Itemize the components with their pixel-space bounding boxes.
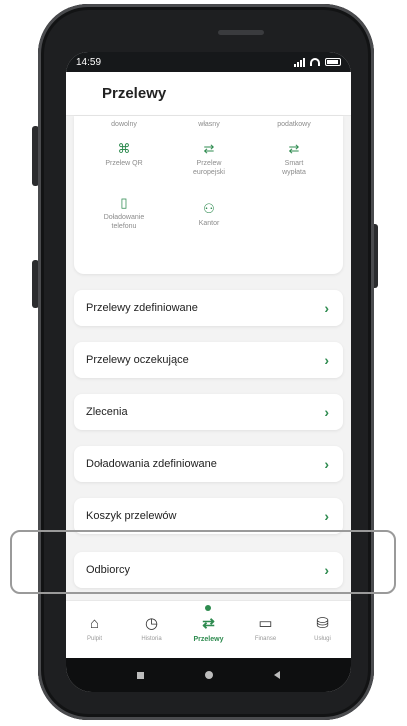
phone-speaker	[218, 30, 264, 35]
menu-item-defined-transfers[interactable]: Przelewy zdefiniowane ›	[74, 290, 343, 326]
transfer-option-smart-payout[interactable]: ⇄ Smart wypłata	[254, 142, 334, 177]
nav-tab-uslugi[interactable]: ⛁ Usługi	[294, 615, 351, 642]
transfer-option-podatkowy[interactable]: podatkowy	[254, 120, 334, 129]
transfer-option-european[interactable]: ⇄ Przelew europejski	[169, 142, 249, 177]
transfer-option-qr[interactable]: ⌘ Przelew QR	[84, 142, 164, 168]
menu-item-label: Przelewy oczekujące	[86, 354, 189, 366]
nav-tab-label: Historia	[141, 636, 162, 642]
main-content[interactable]: dowolny własny podatkowy ⌘ Przelew QR ⇄ …	[66, 116, 351, 600]
active-tab-indicator	[205, 605, 211, 611]
chevron-right-icon: ›	[324, 456, 329, 472]
phone-icon: ▯	[120, 195, 128, 210]
transfer-option-kantor[interactable]: ⚇ Kantor	[169, 202, 249, 228]
status-icons	[294, 57, 341, 67]
qr-icon: ⌘	[117, 141, 131, 156]
transfer-option-label: Smart wypłata	[282, 160, 306, 176]
menu-item-recipients[interactable]: Odbiorcy ›	[74, 552, 343, 588]
transfer-option-label: Kantor	[198, 220, 220, 227]
transfer-option-label: Doładowanie telefonu	[103, 214, 145, 230]
wallet-icon: ▭	[258, 615, 273, 632]
menu-item-label: Doładowania zdefiniowane	[86, 458, 217, 470]
chevron-right-icon: ›	[324, 352, 329, 368]
chevron-right-icon: ›	[324, 508, 329, 524]
menu-item-defined-topups[interactable]: Doładowania zdefiniowane ›	[74, 446, 343, 482]
home-button-icon[interactable]	[204, 671, 213, 679]
menu-item-label: Przelewy zdefiniowane	[86, 302, 198, 314]
phone-screen: 14:59 Przelewy dowolny własny podatkowy	[66, 52, 351, 692]
nav-tab-label: Finanse	[254, 636, 277, 642]
transfer-option-label: własny	[198, 121, 220, 128]
recent-apps-icon[interactable]	[136, 671, 144, 679]
transfer-arrows-icon: ⇄	[203, 141, 215, 156]
signal-icon	[294, 57, 305, 67]
nav-tab-finanse[interactable]: ▭ Finanse	[237, 615, 294, 642]
nav-tab-pulpit[interactable]: ⌂ Pulpit	[66, 615, 123, 642]
menu-item-label: Odbiorcy	[86, 564, 131, 576]
transfer-arrows-icon: ⇄	[202, 615, 215, 632]
back-icon[interactable]	[274, 671, 281, 679]
wifi-icon	[310, 58, 320, 66]
status-bar: 14:59	[66, 52, 351, 72]
page: 14:59 Przelewy dowolny własny podatkowy	[0, 0, 407, 726]
android-navigation-bar	[66, 658, 351, 692]
transfer-option-wlasny[interactable]: własny	[169, 120, 249, 129]
nav-tab-przelewy[interactable]: ⇄ Przelewy	[180, 615, 237, 643]
transfer-option-label: Przelew QR	[105, 160, 143, 167]
menu-item-pending-transfers[interactable]: Przelewy oczekujące ›	[74, 342, 343, 378]
bottom-navigation: ⌂ Pulpit ◷ Historia ⇄ Przelewy ▭ Finanse…	[66, 600, 351, 658]
chevron-right-icon: ›	[324, 404, 329, 420]
page-title: Przelewy	[66, 72, 351, 116]
database-icon: ⛁	[316, 615, 329, 632]
menu-item-label: Zlecenia	[86, 406, 128, 418]
nav-tab-historia[interactable]: ◷ Historia	[123, 615, 180, 642]
battery-icon	[325, 58, 341, 66]
transfer-option-phone-topup[interactable]: ▯ Doładowanie telefonu	[84, 196, 164, 231]
chevron-right-icon: ›	[324, 300, 329, 316]
transfer-option-label: podatkowy	[277, 121, 311, 128]
transfer-types-card: dowolny własny podatkowy ⌘ Przelew QR ⇄ …	[74, 116, 343, 274]
status-time: 14:59	[76, 56, 102, 68]
menu-item-label: Koszyk przelewów	[86, 510, 177, 522]
transfer-arrows-icon: ⇄	[288, 141, 300, 156]
transfer-option-label: dowolny	[111, 121, 137, 128]
transfer-option-dowolny[interactable]: dowolny	[84, 120, 164, 129]
home-icon: ⌂	[89, 615, 100, 632]
chevron-right-icon: ›	[324, 562, 329, 578]
nav-tab-label: Przelewy	[193, 636, 224, 643]
menu-item-transfer-basket[interactable]: Koszyk przelewów ›	[74, 498, 343, 534]
currency-exchange-icon: ⚇	[203, 201, 215, 216]
transfer-option-label: Przelew europejski	[193, 160, 225, 176]
nav-tab-label: Pulpit	[86, 636, 102, 642]
nav-tab-label: Usługi	[314, 636, 331, 642]
menu-item-orders[interactable]: Zlecenia ›	[74, 394, 343, 430]
history-icon: ◷	[144, 615, 159, 632]
